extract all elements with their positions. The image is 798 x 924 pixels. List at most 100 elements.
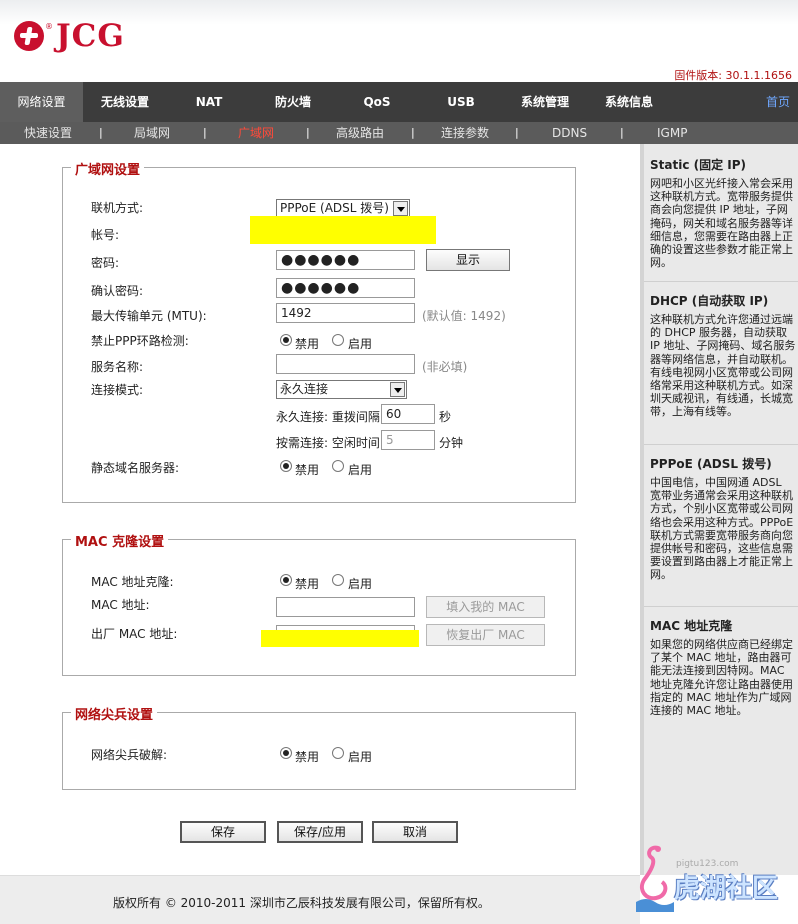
sub-nav: 快速设置 | 局域网 | 广域网 | 高级路由 | 连接参数 | DDNS | …	[0, 122, 798, 144]
logo-icon	[14, 21, 44, 51]
watermark-text: 虎湖社区	[674, 874, 779, 904]
help-pppoe-title: PPPoE (ADSL 拨号)	[650, 457, 772, 471]
mac-clone-disable-label: 禁用	[295, 577, 320, 591]
subnav-lan[interactable]: 局域网	[134, 122, 170, 144]
mac-clone-disable-radio[interactable]	[280, 574, 292, 586]
logo-reg-mark: ®	[45, 21, 53, 31]
ppp-loop-disable-radio[interactable]	[280, 334, 292, 346]
nav-system-management[interactable]: 系统管理	[503, 82, 587, 122]
copyright-text: 版权所有 © 2010-2011 深圳市乙辰科技发展有限公司，保留所有权。	[113, 896, 490, 910]
factory-mac-redaction	[261, 630, 419, 647]
ppp-loop-enable-label: 启用	[348, 337, 373, 351]
save-apply-button[interactable]: 保存/应用	[277, 821, 363, 843]
idle-label: 按需连接: 空闲时间	[276, 436, 380, 450]
help-dhcp: DHCP (自动获取 IP) 这种联机方式允许您通过远端的 DHCP 服务器，自…	[650, 292, 796, 419]
save-button[interactable]: 保存	[180, 821, 266, 843]
nav-home-link[interactable]: 首页	[766, 82, 790, 122]
nav-wireless[interactable]: 无线设置	[83, 82, 167, 122]
conn-mode-label: 连接模式:	[91, 383, 144, 397]
net-spike-disable-radio[interactable]	[280, 747, 292, 759]
net-spike-label: 网络尖兵破解:	[91, 748, 168, 762]
redial-unit: 秒	[439, 410, 452, 424]
help-divider	[644, 444, 798, 445]
dropdown-arrow-icon	[390, 382, 405, 397]
mac-address-label: MAC 地址:	[91, 598, 150, 612]
conn-mode-value: 永久连接	[280, 382, 329, 396]
brand-name: JCG	[56, 18, 125, 54]
help-static-text: 网吧和小区光纤接入常会采用这种联机方式。宽带服务提供商会向您提供 IP 地址，子…	[650, 177, 793, 270]
subnav-wan[interactable]: 广域网	[238, 122, 274, 144]
mtu-hint: (默认值: 1492)	[422, 309, 506, 323]
subnav-separator: |	[411, 126, 415, 139]
main-nav: 网络设置 无线设置 NAT 防火墙 QoS USB 系统管理 系统信息 首页	[0, 82, 798, 122]
help-sidebar: Static (固定 IP) 网吧和小区光纤接入常会采用这种联机方式。宽带服务提…	[640, 144, 798, 875]
mac-clone-enable-radio[interactable]	[332, 574, 344, 586]
help-divider	[644, 606, 798, 607]
static-dns-disable-label: 禁用	[295, 463, 320, 477]
header: ® JCG 固件版本: 30.1.1.1656	[0, 0, 798, 82]
net-spike-disable-label: 禁用	[295, 750, 320, 764]
help-mac-clone: MAC 地址克隆 如果您的网络供应商已经绑定了某个 MAC 地址，路由器可能无法…	[650, 617, 796, 717]
factory-mac-label: 出厂 MAC 地址:	[91, 627, 178, 641]
help-mac-clone-text: 如果您的网络供应商已经绑定了某个 MAC 地址，路由器可能无法连接到因特网。MA…	[650, 638, 793, 718]
subnav-separator: |	[99, 126, 103, 139]
account-label: 帐号:	[91, 228, 120, 242]
account-input[interactable]	[250, 216, 436, 244]
show-password-button[interactable]: 显示	[426, 249, 510, 271]
dropdown-arrow-icon	[393, 201, 408, 216]
subnav-advanced-routing[interactable]: 高级路由	[336, 122, 384, 144]
mtu-input[interactable]: 1492	[276, 303, 415, 323]
help-pppoe: PPPoE (ADSL 拨号) 中国电信，中国网通 ADSL 宽带业务通常会采用…	[650, 455, 796, 582]
password-input[interactable]: ●●●●●●	[276, 250, 415, 270]
wan-settings-legend: 广域网设置	[71, 159, 145, 178]
footer: 版权所有 © 2010-2011 深圳市乙辰科技发展有限公司，保留所有权。	[0, 875, 640, 924]
subnav-separator: |	[515, 126, 519, 139]
confirm-password-label: 确认密码:	[91, 284, 144, 298]
nav-system-info[interactable]: 系统信息	[587, 82, 671, 122]
subnav-separator: |	[620, 126, 624, 139]
service-name-label: 服务名称:	[91, 360, 144, 374]
idle-unit: 分钟	[439, 436, 464, 450]
nav-qos[interactable]: QoS	[335, 82, 419, 122]
static-dns-enable-radio[interactable]	[332, 460, 344, 472]
subnav-ddns[interactable]: DDNS	[552, 122, 587, 144]
redial-interval-input[interactable]: 60	[381, 404, 435, 424]
conn-mode-select[interactable]: 永久连接	[276, 380, 407, 399]
brand-logo: ® JCG	[14, 18, 125, 54]
cancel-button[interactable]: 取消	[372, 821, 458, 843]
password-label: 密码:	[91, 256, 120, 270]
mac-clone-enable-label: 启用	[348, 577, 373, 591]
subnav-igmp[interactable]: IGMP	[657, 122, 687, 144]
nav-usb[interactable]: USB	[419, 82, 503, 122]
service-name-input[interactable]	[276, 354, 415, 374]
nav-network-settings[interactable]: 网络设置	[0, 82, 83, 122]
ppp-loop-disable-label: 禁用	[295, 337, 320, 351]
subnav-quick-setup[interactable]: 快速设置	[24, 122, 72, 144]
net-spike-enable-label: 启用	[348, 750, 373, 764]
subnav-separator: |	[306, 126, 310, 139]
service-name-hint: (非必填)	[422, 360, 468, 374]
help-dhcp-title: DHCP (自动获取 IP)	[650, 294, 769, 308]
redial-label: 永久连接: 重拨间隔	[276, 410, 380, 424]
idle-time-input[interactable]: 5	[381, 430, 435, 450]
mac-clone-label: MAC 地址克隆:	[91, 575, 174, 589]
static-dns-disable-radio[interactable]	[280, 460, 292, 472]
fill-my-mac-button[interactable]: 填入我的 MAC	[426, 596, 545, 618]
restore-factory-mac-button[interactable]: 恢复出厂 MAC	[426, 624, 545, 646]
subnav-connection-params[interactable]: 连接参数	[441, 122, 489, 144]
ppp-loop-enable-radio[interactable]	[332, 334, 344, 346]
conn-type-label: 联机方式:	[91, 201, 144, 215]
nav-nat[interactable]: NAT	[167, 82, 251, 122]
mac-address-input[interactable]	[276, 597, 415, 617]
mtu-label: 最大传输单元 (MTU):	[91, 309, 207, 323]
help-pppoe-text: 中国电信，中国网通 ADSL 宽带业务通常会采用这种联机方式，个别小区宽带或公司…	[650, 476, 794, 582]
conn-type-value: PPPoE (ADSL 拨号)	[280, 201, 389, 215]
help-dhcp-text: 这种联机方式允许您通过远端的 DHCP 服务器，自动获取 IP 地址、子网掩码、…	[650, 313, 796, 419]
net-spike-enable-radio[interactable]	[332, 747, 344, 759]
subnav-separator: |	[203, 126, 207, 139]
nav-firewall[interactable]: 防火墙	[251, 82, 335, 122]
confirm-password-input[interactable]: ●●●●●●	[276, 278, 415, 298]
help-static: Static (固定 IP) 网吧和小区光纤接入常会采用这种联机方式。宽带服务提…	[650, 156, 796, 269]
flamingo-watermark-icon	[636, 845, 674, 912]
net-spike-legend: 网络尖兵设置	[71, 704, 158, 723]
